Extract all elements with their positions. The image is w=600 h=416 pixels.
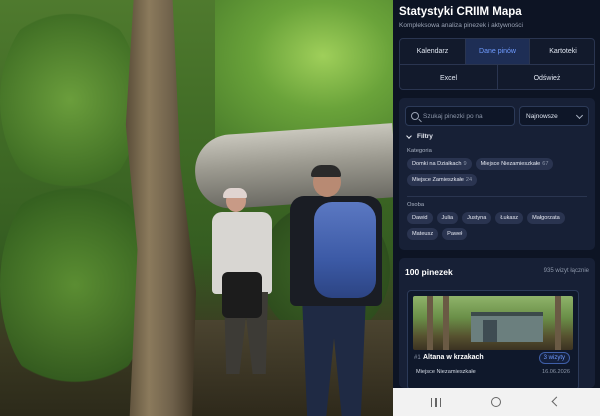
photo-person-1-bag [222, 272, 262, 318]
back-icon[interactable] [551, 396, 562, 407]
divider [407, 196, 587, 197]
tab-records[interactable]: Kartoteki [530, 39, 594, 65]
refresh-button[interactable]: Odśwież [498, 65, 594, 89]
photo-person-1-cap [223, 188, 247, 198]
category-chip[interactable]: Miejsce Niezamieszkałe 67 [475, 158, 554, 170]
category-chip[interactable]: Miejsce Zamieszkałe 24 [407, 174, 478, 186]
search-box[interactable] [405, 106, 515, 126]
filters-toggle[interactable]: Filtry [406, 132, 433, 140]
filters-toggle-label: Filtry [417, 133, 433, 140]
thumb-tree [443, 296, 449, 350]
android-nav-bar [393, 388, 600, 416]
chip-label: Domki na Działkach [412, 161, 462, 167]
chip-label: Miejsce Zamieszkałe [412, 177, 464, 183]
photo-person-2-backpack [314, 202, 376, 298]
search-icon [411, 112, 419, 120]
chip-count: 9 [463, 161, 467, 167]
sort-selected-value: Najnowsze [526, 112, 558, 120]
chip-count: 67 [542, 161, 549, 167]
photo-person-2-cap [311, 165, 341, 177]
pin-name: Altana w krzakach [423, 354, 484, 361]
person-chip[interactable]: Małgorzata [527, 212, 565, 224]
person-chip[interactable]: Łukasz [495, 212, 524, 224]
chip-count: 24 [465, 177, 473, 183]
recents-icon[interactable] [431, 395, 441, 409]
person-label: Osoba [407, 202, 425, 208]
person-chip[interactable]: Julia [436, 212, 459, 224]
chevron-down-icon [575, 111, 584, 120]
app-title: Statystyki CRIIM Mapa [399, 6, 522, 18]
person-chips: Dawid Julia Justyna Łukasz Małgorzata Ma… [407, 212, 589, 240]
tab-bar: Kalendarz Dane pinów Kartoteki Excel Odś… [399, 38, 595, 90]
pins-list: 100 pinezek 935 wizyt łącznie #1 Altana … [399, 258, 595, 388]
category-label: Kategoria [407, 148, 432, 154]
photo-foliage-bright [215, 0, 393, 140]
background-photo [0, 0, 393, 416]
search-input[interactable] [423, 112, 513, 120]
person-chip[interactable]: Paweł [442, 228, 468, 240]
home-icon[interactable] [491, 397, 501, 407]
sort-select[interactable]: Najnowsze [519, 106, 589, 126]
chip-label: Miejsce Niezamieszkałe [480, 161, 541, 167]
pin-category: Miejsce Niezamieszkałe [416, 369, 476, 375]
person-chip[interactable]: Dawid [407, 212, 433, 224]
category-chips: Domki na Działkach 9 Miejsce Niezamieszka… [407, 158, 589, 186]
thumb-tree [555, 296, 561, 350]
filters-card: Najnowsze Filtry Kategoria Domki na Dzia… [399, 98, 595, 250]
tab-calendar[interactable]: Kalendarz [400, 39, 466, 65]
tab-pin-data[interactable]: Dane pinów [466, 39, 530, 65]
pin-number: #1 [414, 355, 421, 361]
person-chip[interactable]: Mateusz [407, 228, 439, 240]
excel-button[interactable]: Excel [400, 65, 498, 89]
pin-thumbnail [413, 296, 573, 350]
app-subtitle: Kompleksowa analiza pinezek i aktywności [399, 22, 523, 29]
pin-card[interactable]: #1 Altana w krzakach 3 wizyty Miejsce Ni… [407, 290, 579, 388]
category-chip[interactable]: Domki na Działkach 9 [407, 158, 472, 170]
stats-panel: Statystyki CRIIM Mapa Kompleksowa analiz… [393, 0, 600, 416]
thumb-tree [427, 296, 433, 350]
pin-date: 16.06.2026 [542, 369, 570, 375]
visits-total: 935 wizyt łącznie [543, 268, 589, 274]
person-chip[interactable]: Justyna [462, 212, 492, 224]
thumb-door [483, 320, 497, 342]
thumb-shed [471, 312, 543, 342]
pins-count-title: 100 pinezek [405, 267, 453, 277]
visits-badge: 3 wizyty [538, 352, 570, 364]
chevron-down-icon [406, 132, 412, 139]
photo-leaves [0, 170, 150, 400]
